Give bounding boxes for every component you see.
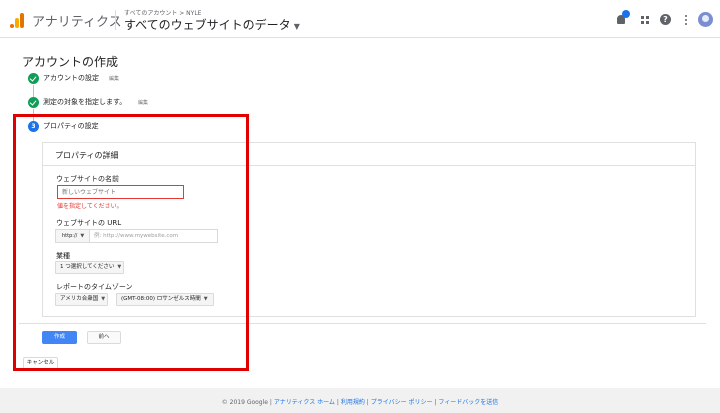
more-vert-icon[interactable] [681, 14, 693, 26]
footer-link-privacy[interactable]: プライバシー ポリシー [371, 399, 433, 406]
check-icon [28, 97, 39, 108]
apps-grid-icon[interactable] [640, 14, 652, 26]
top-app-bar: アナリティクス すべてのアカウント > NYLE すべてのウェブサイトのデータ ▼… [0, 0, 720, 38]
footer-text: © 2019 Google | アナリティクス ホーム | 利用規約 | プライ… [221, 399, 499, 406]
property-selector[interactable]: すべてのウェブサイトのデータ ▼ [124, 16, 300, 33]
step-label: アカウントの設定 [43, 74, 99, 82]
footer-link-feedback[interactable]: フィードバックを送信 [438, 399, 498, 406]
caret-down-icon: ▼ [293, 22, 300, 31]
help-icon[interactable]: ? [660, 14, 671, 25]
header-divider [115, 10, 116, 30]
edit-link[interactable]: 編集 [109, 74, 119, 84]
edit-link[interactable]: 編集 [138, 98, 148, 108]
footer-link-analytics-home[interactable]: アナリティクス ホーム [274, 399, 335, 406]
property-selector-label: すべてのウェブサイトのデータ [124, 18, 291, 32]
step-label: 測定の対象を指定します。 [43, 98, 127, 106]
avatar[interactable] [698, 12, 713, 27]
analytics-logo[interactable] [10, 12, 26, 28]
footer: © 2019 Google | アナリティクス ホーム | 利用規約 | プライ… [0, 388, 720, 413]
copyright: © 2019 Google [221, 399, 268, 406]
page-title: アカウントの作成 [22, 55, 119, 69]
highlight-box [13, 114, 249, 371]
notification-badge [622, 10, 630, 18]
bell-icon[interactable] [616, 10, 630, 26]
app-name[interactable]: アナリティクス [32, 11, 122, 30]
check-icon [28, 73, 39, 84]
footer-link-terms[interactable]: 利用規約 [341, 399, 365, 406]
step-connector [33, 85, 34, 97]
